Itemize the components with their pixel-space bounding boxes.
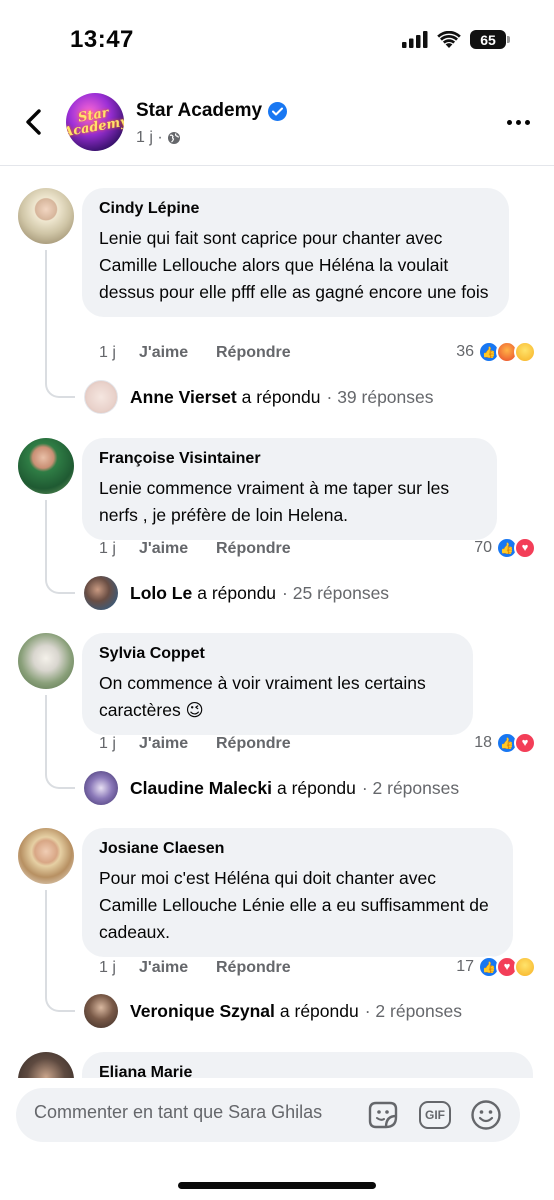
reply-count: · 25 réponses: [282, 582, 390, 603]
verified-badge-icon: [268, 101, 288, 121]
sticker-icon[interactable]: [366, 1099, 400, 1131]
comment-actions: 1 j J'aime Répondre: [99, 735, 291, 753]
comment-author[interactable]: Josiane Claesen: [99, 839, 496, 859]
thread-line: [45, 500, 75, 594]
post-meta: 1 j ·: [136, 129, 181, 147]
reply-button[interactable]: Répondre: [216, 959, 291, 977]
reply-verb: a répondu: [277, 777, 356, 798]
page-avatar[interactable]: Star Academy: [66, 93, 124, 151]
view-replies-link[interactable]: Claudine Malecki a répondu · 2 réponses: [84, 771, 459, 805]
reaction-count: 70: [474, 539, 492, 556]
comment-bubble[interactable]: Françoise Visintainer Lenie commence vra…: [82, 438, 497, 540]
comment-text: Pour moi c'est Héléna qui doit chanter a…: [99, 868, 489, 942]
emoji-icon[interactable]: [469, 1099, 503, 1131]
view-replies-link[interactable]: Veronique Szynal a répondu · 2 réponses: [84, 994, 462, 1028]
reactions-summary[interactable]: 18 👍 ♥: [474, 732, 536, 754]
comment-age: 1 j: [99, 344, 116, 361]
composer-bar[interactable]: GIF: [16, 1088, 520, 1142]
home-indicator[interactable]: [178, 1182, 376, 1189]
comment-age: 1 j: [99, 540, 116, 557]
reactions-summary[interactable]: 17 👍 ♥: [456, 956, 536, 978]
reply-avatar: [84, 380, 118, 414]
post-header: Star Academy Star Academy 1 j ·: [0, 80, 554, 166]
reply-button[interactable]: Répondre: [216, 344, 291, 362]
comment-author[interactable]: Cindy Lépine: [99, 199, 492, 219]
comment-age: 1 j: [99, 735, 116, 752]
reaction-count: 18: [474, 734, 492, 751]
reply-verb: a répondu: [197, 582, 277, 603]
cellular-signal-icon: [402, 31, 428, 48]
comment-bubble[interactable]: Cindy Lépine Lenie qui fait sont caprice…: [82, 188, 509, 317]
like-button[interactable]: J'aime: [139, 735, 216, 753]
status-icons: 65: [402, 30, 510, 49]
reactions-summary[interactable]: 36 👍: [456, 341, 536, 363]
comment-author[interactable]: Sylvia Coppet: [99, 644, 456, 664]
care-reaction-icon: [514, 956, 536, 978]
more-options-icon[interactable]: [504, 110, 532, 134]
comment-input[interactable]: [34, 1102, 364, 1123]
reply-author: Lolo Le: [130, 582, 193, 603]
reaction-count: 17: [456, 958, 474, 975]
view-replies-link[interactable]: Lolo Le a répondu · 25 réponses: [84, 576, 389, 610]
love-reaction-icon: ♥: [514, 732, 536, 754]
reply-verb: a répondu: [241, 386, 321, 407]
like-button[interactable]: J'aime: [139, 959, 216, 977]
reaction-count: 36: [456, 343, 474, 360]
reply-verb: a répondu: [279, 1000, 359, 1021]
comment-text: Lenie qui fait sont caprice pour chanter…: [99, 228, 489, 302]
comment-bubble[interactable]: Sylvia Coppet On commence à voir vraimen…: [82, 633, 473, 735]
reply-count: · 2 réponses: [364, 1000, 463, 1021]
comment-text: On commence à voir vraiment les certains…: [99, 673, 426, 720]
page-title[interactable]: Star Academy: [136, 100, 288, 122]
comment-age: 1 j: [99, 959, 116, 976]
avatar[interactable]: [18, 633, 74, 689]
thread-line: [45, 250, 75, 398]
avatar[interactable]: [18, 828, 74, 884]
reply-count: · 2 réponses: [361, 777, 460, 798]
avatar[interactable]: [18, 438, 74, 494]
gif-icon[interactable]: GIF: [418, 1099, 452, 1131]
page-name: Star Academy: [136, 100, 263, 121]
care-reaction-icon: [514, 341, 536, 363]
reactions-summary[interactable]: 70 👍 ♥: [474, 537, 536, 559]
thread-line: [45, 890, 75, 1012]
back-arrow-icon[interactable]: [20, 104, 48, 140]
globe-icon: [167, 132, 180, 144]
reply-avatar: [84, 576, 118, 610]
reply-count: · 39 réponses: [326, 386, 434, 407]
battery-level: 65: [480, 31, 496, 48]
avatar[interactable]: [18, 188, 74, 244]
status-time: 13:47: [70, 26, 134, 53]
reply-author: Anne Vierset: [130, 386, 237, 407]
view-replies-link[interactable]: Anne Vierset a répondu · 39 réponses: [84, 380, 434, 414]
page-logo-text: Star Academy: [66, 105, 124, 141]
reply-button[interactable]: Répondre: [216, 540, 291, 558]
reply-avatar: [84, 994, 118, 1028]
like-button[interactable]: J'aime: [139, 344, 216, 362]
comment-actions: 1 j J'aime Répondre: [99, 959, 291, 977]
post-age: 1 j ·: [136, 129, 163, 146]
battery-icon: 65: [470, 30, 510, 49]
thread-line: [45, 695, 75, 789]
reply-author: Veronique Szynal: [130, 1000, 275, 1021]
comment-author[interactable]: Françoise Visintainer: [99, 449, 480, 469]
status-bar: 13:47 65: [0, 0, 554, 80]
gif-label: GIF: [419, 1101, 451, 1129]
reply-button[interactable]: Répondre: [216, 735, 291, 753]
like-button[interactable]: J'aime: [139, 540, 216, 558]
reply-avatar: [84, 771, 118, 805]
comment-actions: 1 j J'aime Répondre: [99, 344, 291, 362]
love-reaction-icon: ♥: [514, 537, 536, 559]
comment-text: Lenie commence vraiment à me taper sur l…: [99, 478, 450, 525]
comment-bubble[interactable]: Josiane Claesen Pour moi c'est Héléna qu…: [82, 828, 513, 957]
wifi-icon: [437, 30, 461, 48]
comment-actions: 1 j J'aime Répondre: [99, 540, 291, 558]
reply-author: Claudine Malecki: [130, 777, 272, 798]
